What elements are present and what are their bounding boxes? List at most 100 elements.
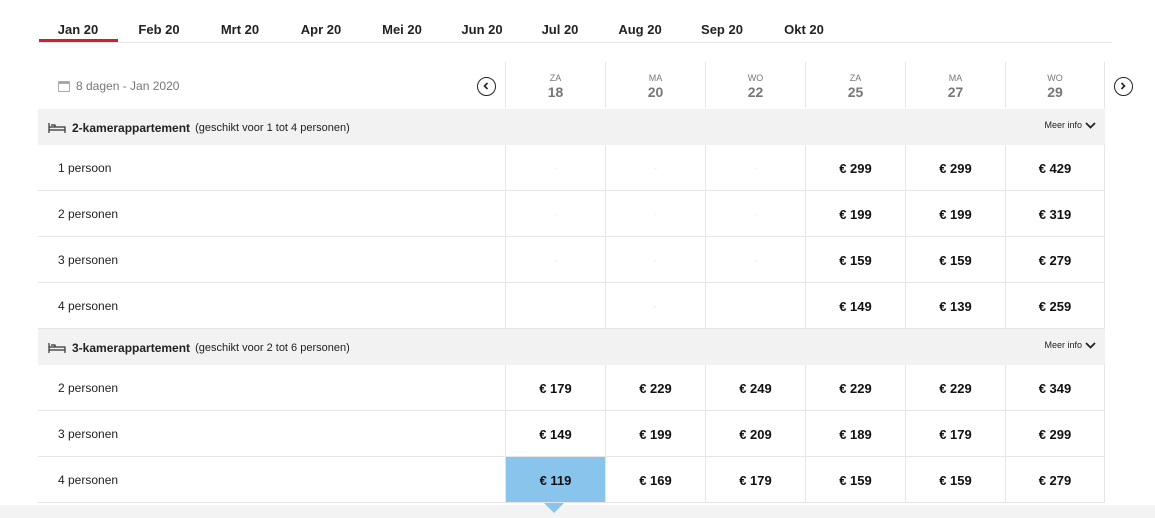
price-cell[interactable]: € 149 [505,411,605,456]
price-cell: - [605,237,705,282]
price-cell[interactable]: € 199 [905,191,1005,236]
room-header-2-kamer: 2-kamerappartement (geschikt voor 1 tot … [38,109,1105,145]
day-of-week: WO [1047,73,1063,83]
price-cell[interactable]: € 229 [605,365,705,410]
price-cell: - [605,145,705,190]
price-cell: - [705,145,805,190]
price-cell[interactable]: € 159 [905,237,1005,282]
room-capacity: (geschikt voor 2 tot 6 personen) [195,342,350,354]
row-label: 4 personen [58,473,119,487]
day-number: 27 [947,84,964,100]
day-number: 29 [1047,84,1063,100]
chevron-down-icon [1085,341,1096,349]
bed-icon [48,343,66,353]
tab-apr-20[interactable]: Apr 20 [281,22,361,37]
price-cell[interactable]: € 299 [805,145,905,190]
date-column: WO 29 [1005,62,1105,108]
day-of-week: MA [648,73,663,83]
price-cell: - [705,237,805,282]
price-cell [705,283,805,328]
price-row: 3 personen - - - € 159 € 159 € 279 [38,237,1105,283]
more-info-label: Meer info [1044,120,1082,130]
price-cell[interactable]: € 299 [905,145,1005,190]
bottom-bar [0,505,1155,518]
next-dates-button[interactable] [1114,77,1133,96]
price-row: 4 personen € 119 € 169 € 179 € 159 € 159 € 279 [38,457,1105,503]
price-cell[interactable]: € 259 [1005,283,1105,328]
day-of-week: MA [948,73,963,83]
day-of-week: ZA [849,73,862,83]
price-cell[interactable]: € 119 [505,457,605,502]
row-label: 4 personen [58,299,119,313]
date-column: ZA 18 [505,62,605,108]
tab-jun-20[interactable]: Jun 20 [442,22,522,37]
date-column: MA 20 [605,62,705,108]
chevron-right-icon [1120,82,1126,90]
day-of-week: WO [747,73,764,83]
price-cell: - [705,191,805,236]
price-row: 3 personen € 149 € 199 € 209 € 189 € 179 € 299 [38,411,1105,457]
selection-pointer [544,503,564,513]
price-cell: - [605,283,705,328]
price-cell[interactable]: € 179 [505,365,605,410]
price-cell: - [505,237,605,282]
prev-dates-button[interactable] [477,77,496,96]
price-cell: - [505,191,605,236]
chevron-left-icon [483,82,489,90]
price-cell[interactable]: € 299 [1005,411,1105,456]
tab-jul-20[interactable]: Jul 20 [520,22,600,37]
price-cell[interactable]: € 229 [805,365,905,410]
price-cell [505,283,605,328]
price-cell: - [605,191,705,236]
tab-aug-20[interactable]: Aug 20 [600,22,680,37]
price-cell[interactable]: € 189 [805,411,905,456]
price-cell[interactable]: € 279 [1005,457,1105,502]
calendar-icon [58,80,70,92]
date-column: MA 27 [905,62,1005,108]
price-cell[interactable]: € 159 [805,237,905,282]
price-cell[interactable]: € 199 [805,191,905,236]
price-cell: - [505,145,605,190]
price-cell[interactable]: € 179 [705,457,805,502]
row-label: 3 personen [58,427,119,441]
date-column: WO 22 [705,62,805,108]
tab-sep-20[interactable]: Sep 20 [682,22,762,37]
price-cell[interactable]: € 159 [905,457,1005,502]
row-label: 3 personen [58,253,119,267]
more-info-label: Meer info [1044,340,1082,350]
price-cell[interactable]: € 139 [905,283,1005,328]
room-name: 3-kamerappartement [72,341,191,355]
day-of-week: ZA [549,73,562,83]
tab-mei-20[interactable]: Mei 20 [362,22,442,37]
price-cell[interactable]: € 229 [905,365,1005,410]
month-tabs: Jan 20 Feb 20 Mrt 20 Apr 20 Mei 20 Jun 2… [38,0,1112,43]
price-cell[interactable]: € 209 [705,411,805,456]
price-cell[interactable]: € 319 [1005,191,1105,236]
price-cell[interactable]: € 279 [1005,237,1105,282]
day-number: 18 [547,84,564,100]
price-cell[interactable]: € 169 [605,457,705,502]
price-cell[interactable]: € 249 [705,365,805,410]
row-label: 1 persoon [58,161,112,175]
room-name: 2-kamerappartement [72,121,191,135]
price-row: 2 personen - - - € 199 € 199 € 319 [38,191,1105,237]
date-range-text: 8 dagen - Jan 2020 [76,79,180,93]
date-range-label: 8 dagen - Jan 2020 [58,79,179,93]
price-cell[interactable]: € 199 [605,411,705,456]
price-cell[interactable]: € 149 [805,283,905,328]
more-info-button[interactable]: Meer info [1044,340,1096,350]
price-cell[interactable]: € 429 [1005,145,1105,190]
chevron-down-icon [1085,121,1096,129]
price-cell[interactable]: € 349 [1005,365,1105,410]
tab-jan-20[interactable]: Jan 20 [38,22,118,42]
row-label: 2 personen [58,381,119,395]
price-cell[interactable]: € 179 [905,411,1005,456]
price-row: 1 persoon - - - € 299 € 299 € 429 [38,145,1105,191]
tab-feb-20[interactable]: Feb 20 [119,22,199,37]
day-number: 22 [747,84,764,100]
price-row: 2 personen € 179 € 229 € 249 € 229 € 229 € 349 [38,365,1105,411]
tab-okt-20[interactable]: Okt 20 [764,22,844,37]
tab-mrt-20[interactable]: Mrt 20 [200,22,280,37]
price-cell[interactable]: € 159 [805,457,905,502]
more-info-button[interactable]: Meer info [1044,120,1096,130]
